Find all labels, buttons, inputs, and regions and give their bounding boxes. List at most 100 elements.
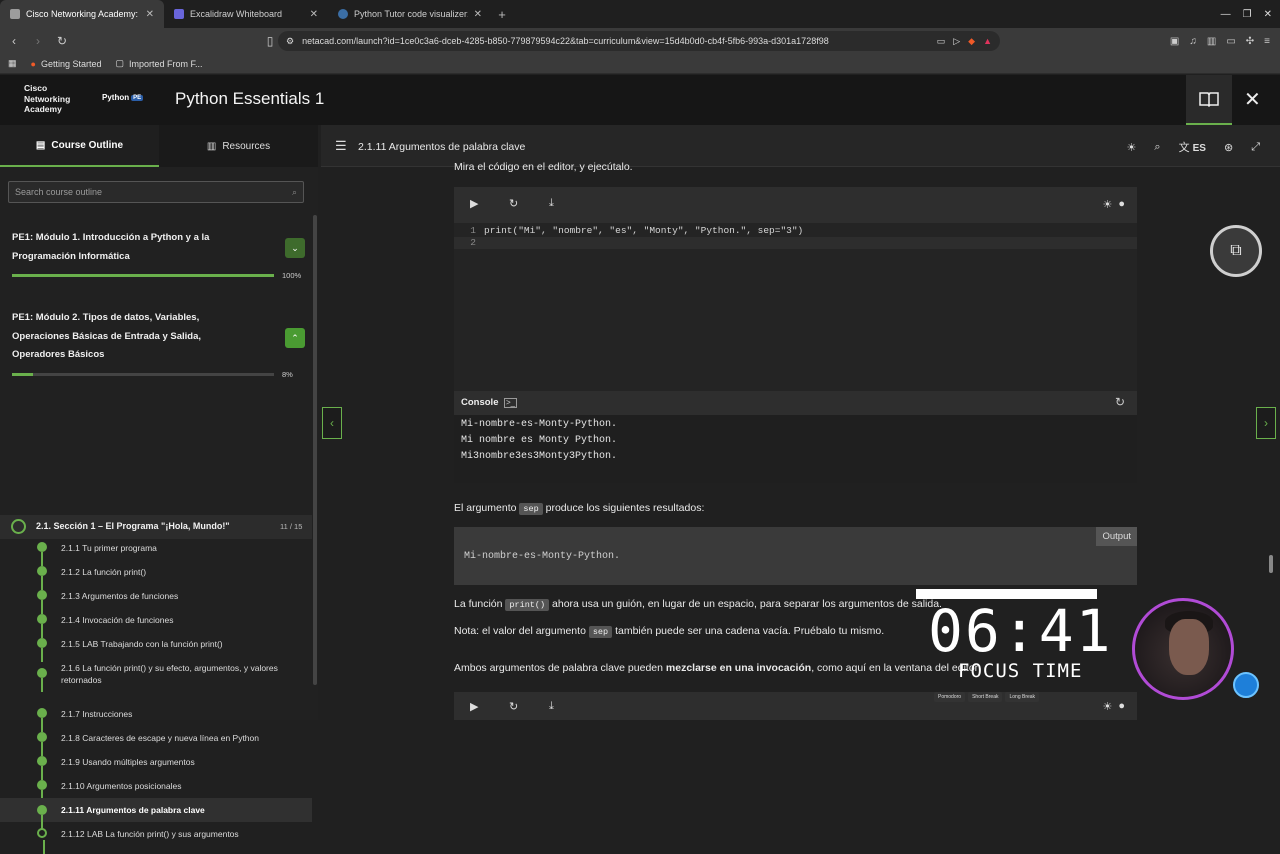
rewards-icon[interactable]: ▲ (983, 36, 992, 46)
intro-text: Mira el código en el editor, y ejecútalo… (454, 161, 633, 173)
maximize-icon[interactable]: ❐ (1243, 9, 1252, 20)
mode-short-break[interactable]: Short Break (968, 692, 1003, 702)
run-icon[interactable]: ▶ (470, 197, 478, 210)
sidebar-icon[interactable]: ▣ (1170, 36, 1179, 47)
window-close-icon[interactable]: ✕ (1264, 9, 1272, 20)
site-info-icon[interactable]: ⚙ (286, 36, 294, 47)
lesson-item[interactable]: 2.1.10 Argumentos posicionales (0, 777, 312, 804)
lesson-label: 2.1.4 Invocación de funciones (61, 615, 174, 625)
reset-icon[interactable]: ↻ (509, 197, 518, 210)
minimize-icon[interactable]: — (1221, 9, 1231, 20)
complete-check-icon (37, 566, 47, 590)
back-icon[interactable]: ‹ (4, 34, 24, 48)
tab-close-icon[interactable]: ✕ (310, 9, 318, 20)
text: Nota: el valor del argumento (454, 625, 586, 637)
new-tab-button[interactable]: + (492, 7, 512, 22)
tab-course-outline[interactable]: ▤ Course Outline (0, 125, 159, 167)
lesson-item[interactable]: 2.1.4 Invocación de funciones (0, 611, 312, 638)
hamburger-menu-icon[interactable]: ☰ (335, 138, 347, 154)
module-1[interactable]: PE1: Módulo 1. Introducción a Python y a… (0, 229, 312, 289)
chevron-down-icon[interactable]: ⌄ (285, 238, 305, 258)
apps-grid-icon[interactable]: ▦ (8, 58, 17, 69)
brightness-icon[interactable]: ☀ (1127, 141, 1137, 154)
print-paragraph: La función print() ahora usa un guión, e… (454, 598, 942, 611)
music-icon[interactable]: ♫ (1189, 36, 1197, 47)
extensions-icon[interactable]: ✣ (1246, 36, 1254, 47)
bookmark-page-icon[interactable]: ▯ (260, 34, 280, 48)
download-icon[interactable]: ⤓ (549, 700, 554, 713)
tab-close-icon[interactable]: ✕ (474, 9, 482, 20)
menu-icon[interactable]: ≡ (1264, 36, 1270, 47)
lesson-item[interactable]: 2.1.5 LAB Trabajando con la función prin… (0, 635, 312, 662)
sun-icon: ☀ (1102, 701, 1113, 713)
sidebar-scrollbar[interactable] (313, 215, 317, 685)
theme-toggle[interactable]: ☀ ● (1102, 700, 1125, 713)
lesson-item[interactable]: 2.1.2 La función print() (0, 563, 312, 590)
bookmark-imported-folder[interactable]: ▢ Imported From F... (116, 58, 203, 69)
console-refresh-icon[interactable]: ↻ (1115, 395, 1125, 409)
code-area[interactable]: 1 print("Mi", "nombre", "es", "Monty", "… (454, 223, 1137, 391)
reload-icon[interactable]: ↻ (52, 34, 72, 48)
brave-shield-icon[interactable]: ◆ (968, 36, 975, 47)
download-icon[interactable]: ⤓ (549, 197, 554, 210)
lesson-item[interactable]: 2.1.3 Argumentos de funciones (0, 587, 312, 614)
mode-pomodoro[interactable]: Pomodoro (934, 692, 966, 702)
tab-title: Cisco Networking Academy: P (26, 9, 140, 19)
section-hola-mundo[interactable]: 2.1. Sección 1 – El Programa "¡Hola, Mun… (0, 515, 312, 539)
search-icon[interactable]: ⌕ (1154, 141, 1160, 154)
play-icon[interactable]: ▷ (953, 36, 960, 47)
app-header: Cisco Networking Academy Python PE Pytho… (0, 75, 1280, 125)
next-page-button[interactable]: › (1256, 407, 1276, 439)
lesson-item[interactable]: 2.1.8 Caracteres de escape y nueva línea… (0, 729, 312, 756)
lesson-item-current[interactable]: 2.1.11 Argumentos de palabra clave (0, 798, 312, 829)
close-course-icon[interactable]: ✕ (1244, 87, 1261, 112)
module-2[interactable]: PE1: Módulo 2. Tipos de datos, Variables… (0, 309, 312, 389)
lesson-item[interactable]: 2.1.6 La función print() y su efecto, ar… (0, 659, 312, 692)
browser-tab-pythontutor[interactable]: Python Tutor code visualizer: Visu ✕ (328, 0, 492, 28)
code-chip: print() (505, 599, 550, 611)
lesson-item[interactable]: 2.1.7 Instrucciones (0, 705, 312, 732)
tab-resources[interactable]: ▥ Resources (159, 125, 318, 167)
accessibility-icon[interactable]: ⊛ (1224, 141, 1233, 154)
bookmark-label: Getting Started (40, 58, 102, 69)
streamer-logo-icon (1233, 672, 1259, 698)
language-button[interactable]: 文 ES (1179, 139, 1206, 155)
fullscreen-icon[interactable]: ⤢ (1251, 141, 1260, 154)
url-field[interactable]: ⚙ netacad.com/launch?id=1ce0c3a6-dceb-42… (278, 31, 1000, 51)
lesson-item[interactable]: 2.1.12 LAB La función print() y sus argu… (0, 825, 312, 854)
cisco-logo[interactable]: Cisco Networking Academy (24, 83, 70, 115)
note-paragraph: Nota: el valor del argumento sep también… (454, 625, 885, 638)
module-progress-fill (12, 373, 33, 376)
previous-page-button[interactable]: ‹ (322, 407, 342, 439)
browser-tab-excalidraw[interactable]: Excalidraw Whiteboard ✕ (164, 0, 328, 28)
lesson-item[interactable]: 2.1.1 Tu primer programa (0, 539, 312, 566)
lesson-label: 2.1.11 Argumentos de palabra clave (61, 805, 205, 815)
reset-icon[interactable]: ↻ (509, 700, 518, 713)
chevron-up-icon[interactable]: ⌃ (285, 328, 305, 348)
logo-line: Cisco (24, 83, 48, 93)
language-code: ES (1192, 143, 1206, 154)
cast-icon[interactable]: ▭ (937, 36, 946, 47)
mode-long-break[interactable]: Long Break (1005, 692, 1040, 702)
tab-title: Python Tutor code visualizer: Visu (354, 9, 468, 19)
bookmark-getting-started[interactable]: ● Getting Started (31, 59, 102, 69)
text: también puede ser una cadena vacía. Prué… (615, 625, 885, 637)
browser-tab-netacad[interactable]: Cisco Networking Academy: P ✕ (0, 0, 164, 28)
complete-check-icon (37, 668, 47, 692)
lesson-item[interactable]: 2.1.9 Usando múltiples argumentos (0, 753, 312, 780)
theme-toggle[interactable]: ☀ ● (1102, 198, 1125, 211)
output-label: Output (1096, 527, 1137, 546)
course-search-input[interactable]: Search course outline ⌕ (8, 181, 304, 203)
lesson-label: 2.1.8 Caracteres de escape y nueva línea… (61, 733, 259, 743)
tab-close-icon[interactable]: ✕ (146, 9, 154, 20)
book-icon[interactable] (1186, 75, 1232, 125)
screen-share-icon[interactable]: ⧉ (1210, 225, 1262, 277)
reading-list-icon[interactable]: ▥ (1207, 36, 1216, 47)
run-icon[interactable]: ▶ (470, 700, 478, 713)
module-progress-fill (12, 274, 274, 277)
wallet-icon[interactable]: ▭ (1226, 36, 1235, 47)
content-scrollbar[interactable] (1269, 555, 1273, 573)
forward-icon[interactable]: › (28, 34, 48, 48)
window-controls: — ❐ ✕ (1221, 0, 1272, 28)
search-icon[interactable]: ⌕ (292, 187, 297, 198)
